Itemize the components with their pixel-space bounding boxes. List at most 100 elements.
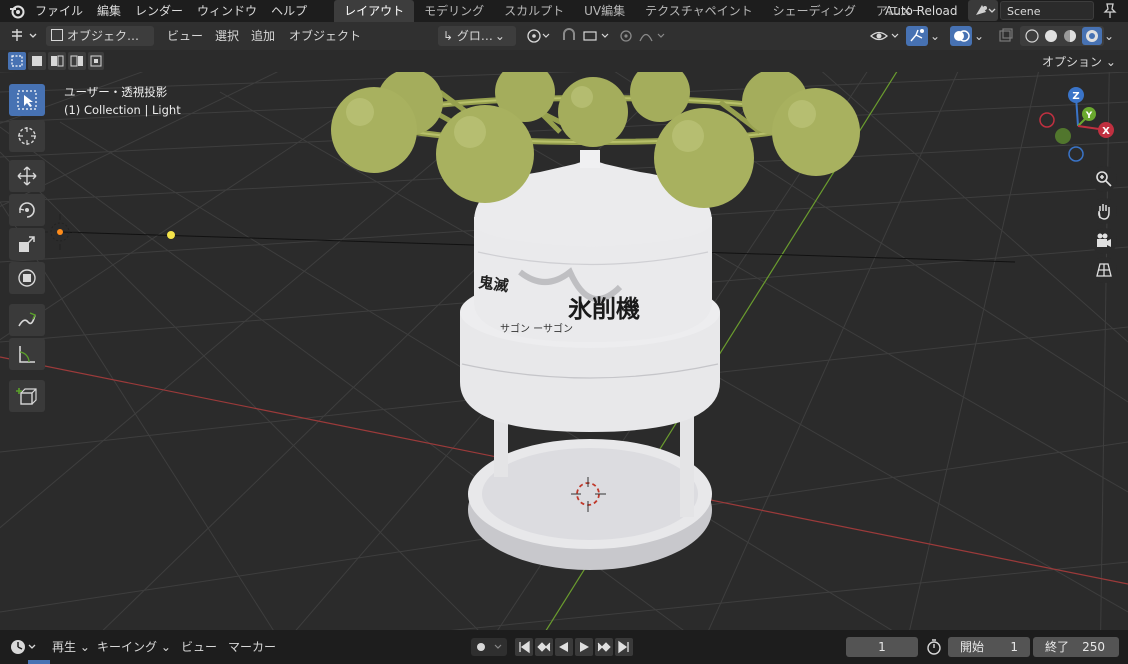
- keying-label: キーイング: [97, 640, 158, 654]
- select-box-tool[interactable]: [9, 84, 45, 116]
- editor-type-button[interactable]: [8, 26, 40, 46]
- zoom-icon[interactable]: [1091, 166, 1117, 192]
- tab-uv-editing[interactable]: UV編集: [574, 0, 635, 22]
- jump-end-icon[interactable]: [615, 638, 633, 656]
- scene-selector-button[interactable]: [968, 0, 998, 21]
- workspace-tabs: レイアウト モデリング スカルプト UV編集 テクスチャペイント シェーディング…: [334, 0, 934, 22]
- transform-orientation-dropdown[interactable]: ↳ グロ… ⌄: [438, 26, 516, 46]
- next-keyframe-icon[interactable]: [595, 638, 613, 656]
- rotate-tool[interactable]: [9, 194, 45, 226]
- menu-object[interactable]: オブジェクト: [289, 26, 361, 46]
- menu-add[interactable]: 追加: [251, 26, 275, 46]
- chevron-down-icon: ⌄: [160, 640, 171, 654]
- timeline-menu-keying[interactable]: キーイング ⌄: [97, 638, 171, 656]
- transform-tool[interactable]: [9, 262, 45, 294]
- view-mode-label: ユーザー・透視投影: [64, 85, 168, 99]
- blender-logo-icon[interactable]: [6, 0, 28, 22]
- viewport-scene[interactable]: 鬼滅 氷削機 サゴン ーサゴン: [0, 72, 1128, 630]
- gizmo-y-label: Y: [1085, 111, 1093, 121]
- menu-file[interactable]: ファイル: [28, 0, 90, 22]
- annotate-tool[interactable]: [9, 304, 45, 336]
- proportional-edit-button[interactable]: [616, 26, 668, 46]
- perspective-grid-icon[interactable]: [1091, 257, 1117, 283]
- shading-mode-group: [1020, 26, 1104, 46]
- timeline-editor-type-button[interactable]: [8, 637, 40, 657]
- collection-label: (1) Collection | Light: [64, 103, 181, 117]
- cursor-tool[interactable]: [9, 120, 45, 152]
- play-icon[interactable]: [575, 638, 593, 656]
- chevron-down-icon: ⌄: [79, 640, 90, 654]
- playback-controls: [515, 638, 633, 656]
- options-dropdown[interactable]: オプション ⌄: [1038, 52, 1120, 72]
- top-menu-bar: ファイル 編集 レンダー ウィンドウ ヘルプ レイアウト モデリング スカルプト…: [0, 0, 1128, 22]
- add-cube-tool[interactable]: [9, 380, 45, 412]
- light-object-icon[interactable]: [42, 214, 78, 250]
- end-frame-field[interactable]: 終了 250: [1033, 637, 1119, 657]
- gizmo-z-label: Z: [1072, 91, 1079, 102]
- current-frame-field[interactable]: 1: [846, 637, 918, 657]
- tab-texture-paint[interactable]: テクスチャペイント: [635, 0, 763, 22]
- chevron-down-icon: ⌄: [494, 29, 505, 43]
- overlay-toggle-button[interactable]: [950, 26, 972, 46]
- camera-icon[interactable]: [1091, 228, 1117, 254]
- tab-sculpt[interactable]: スカルプト: [494, 0, 574, 22]
- transform-orientation-label: グロ…: [456, 29, 493, 43]
- mode-label: オブジェク…: [67, 29, 140, 43]
- visibility-button[interactable]: [868, 26, 902, 46]
- auto-keying-button[interactable]: [471, 638, 507, 656]
- gizmo-neg-x[interactable]: [1039, 112, 1055, 128]
- auto-reload-label[interactable]: Auto Reload: [885, 0, 958, 22]
- menu-view[interactable]: ビュー: [167, 26, 203, 46]
- chevron-down-icon[interactable]: ⌄: [1104, 26, 1118, 46]
- end-frame-label: 終了: [1045, 640, 1070, 654]
- measure-tool[interactable]: [9, 338, 45, 370]
- tab-layout[interactable]: レイアウト: [334, 0, 415, 22]
- playback-label: 再生: [52, 640, 77, 654]
- scene-name-field[interactable]: Scene: [1000, 1, 1094, 20]
- stopwatch-icon[interactable]: [924, 638, 944, 656]
- play-reverse-icon[interactable]: [555, 638, 573, 656]
- start-frame-value: 1: [1010, 640, 1018, 654]
- selection-mode-bar: [0, 50, 1128, 72]
- chevron-down-icon[interactable]: ⌄: [974, 26, 988, 46]
- start-frame-label: 開始: [960, 640, 985, 654]
- pivot-point-button[interactable]: [524, 26, 554, 46]
- gizmo-x-label: X: [1102, 126, 1110, 137]
- tab-modeling[interactable]: モデリング: [414, 0, 494, 22]
- playhead-marker: [28, 660, 50, 664]
- ice-machine-model[interactable]: 鬼滅 氷削機 サゴン ーサゴン: [331, 72, 860, 570]
- tab-shading[interactable]: シェーディング: [763, 0, 866, 22]
- menu-edit[interactable]: 編集: [90, 0, 128, 22]
- menu-help[interactable]: ヘルプ: [264, 0, 314, 22]
- end-frame-value: 250: [1082, 640, 1105, 654]
- gizmo-neg-z[interactable]: [1068, 146, 1084, 162]
- timeline-menu-playback[interactable]: 再生 ⌄: [52, 638, 90, 656]
- timeline-bar: 再生 ⌄ キーイング ⌄ ビュー マーカー 1 開始 1 終了 250: [0, 630, 1128, 664]
- options-label: オプション: [1042, 55, 1103, 69]
- move-tool[interactable]: [9, 160, 45, 192]
- menu-render[interactable]: レンダー: [128, 0, 190, 22]
- viewport-header: オブジェク…⌄ ビュー 選択 追加 オブジェクト ↳ グロ…⌄ ⌄ ⌄ ⌄: [0, 22, 1128, 63]
- pan-hand-icon[interactable]: [1091, 198, 1117, 224]
- gizmo-neg-y[interactable]: [1055, 128, 1071, 144]
- pin-icon[interactable]: [1100, 1, 1120, 21]
- 3d-viewport[interactable]: 鬼滅 氷削機 サゴン ーサゴン ユーザー・透視投影 (1) Collection…: [0, 72, 1128, 630]
- chevron-down-icon[interactable]: ⌄: [930, 26, 944, 46]
- xray-icon[interactable]: [997, 26, 1015, 46]
- label-ice-shaver: 氷削機: [568, 294, 640, 323]
- timeline-menu-view[interactable]: ビュー: [181, 638, 217, 656]
- jump-start-icon[interactable]: [515, 638, 533, 656]
- prev-keyframe-icon[interactable]: [535, 638, 553, 656]
- timeline-menu-marker[interactable]: マーカー: [228, 638, 276, 656]
- navigation-gizmo[interactable]: Z Y X: [1036, 84, 1120, 168]
- orientation-icon: ↳: [443, 29, 454, 43]
- menu-window[interactable]: ウィンドウ: [190, 0, 264, 22]
- snap-button[interactable]: [558, 26, 616, 46]
- menu-select[interactable]: 選択: [215, 26, 239, 46]
- start-frame-field[interactable]: 開始 1: [948, 637, 1030, 657]
- select-mode-buttons[interactable]: [8, 52, 104, 70]
- scale-tool[interactable]: [9, 228, 45, 260]
- chevron-down-icon: ⌄: [1105, 55, 1116, 69]
- mode-dropdown[interactable]: オブジェク…⌄: [46, 26, 154, 63]
- gizmo-toggle-button[interactable]: [906, 26, 928, 46]
